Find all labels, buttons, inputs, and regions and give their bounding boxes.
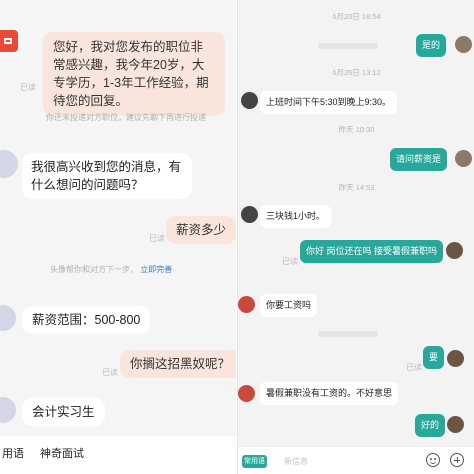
message-text: 请问薪资是 (396, 154, 442, 164)
avatar[interactable] (0, 305, 16, 331)
notice-text: 头像帮你和对方下一步 (50, 265, 130, 274)
read-status: 已读 (102, 368, 118, 377)
message-bubble-incoming: 三块钱1小时。 (260, 205, 332, 228)
quick-phrase-chip[interactable]: 用语 (2, 445, 24, 461)
message-input[interactable]: 新信息 (284, 456, 308, 467)
message-bubble-incoming: 你要工资吗 (260, 294, 318, 317)
avatar[interactable] (238, 296, 255, 313)
message-text: 会计实习生 (32, 405, 95, 419)
system-notice: 头像帮你和对方下一步， 立即完善 (50, 265, 173, 274)
message-bubble-incoming: 薪资范围：500-800 (22, 306, 151, 334)
message-text: 是的 (422, 40, 441, 50)
message-text: 我很高兴收到您的消息，有什么想问的问题吗？ (31, 160, 182, 192)
system-notice: 你还未投递对方职位，建议先聊下再进行投递 (46, 113, 206, 122)
message-bubble-outgoing: 你好 岗位还在吗 接受暑假兼职吗 (300, 240, 444, 263)
timestamp: 6月20日 18:54 (332, 12, 381, 21)
right-chat-panel: 6月20日 18:54 是的 6月26日 13:12 上班时间下午5:30到晚上… (237, 0, 474, 474)
read-status: 已读 (282, 257, 298, 266)
avatar[interactable] (455, 150, 472, 167)
common-phrases-button[interactable]: 常用语 (242, 455, 267, 468)
avatar[interactable] (0, 397, 16, 423)
message-text: 三块钱1小时。 (266, 211, 326, 221)
avatar[interactable] (0, 150, 18, 178)
timestamp: 昨天 14:53 (338, 183, 375, 192)
message-bubble-outgoing: 你搁这招黑奴呢？ (120, 350, 236, 378)
read-status: 已读 (149, 234, 165, 243)
message-text: 好的 (421, 420, 440, 430)
message-bubble-incoming: 会计实习生 (22, 398, 105, 426)
message-bubble-outgoing: 好的 (415, 414, 446, 437)
avatar[interactable] (241, 92, 258, 109)
timestamp: 6月26日 13:12 (332, 68, 381, 77)
message-text: 您好，我对您发布的职位非常感兴趣，我今年20岁，大专学历，1-3年工作经验，期待… (53, 40, 209, 108)
left-chat-panel: 您好，我对您发布的职位非常感兴趣，我今年20岁，大专学历，1-3年工作经验，期待… (0, 0, 236, 474)
avatar[interactable] (238, 385, 255, 402)
avatar[interactable] (447, 416, 464, 433)
plus-icon[interactable] (450, 453, 464, 467)
faded-notice (318, 331, 378, 337)
emoji-icon[interactable] (426, 453, 440, 467)
complete-profile-link[interactable]: 立即完善 (140, 265, 172, 274)
message-text: 要 (429, 352, 439, 362)
message-bubble-outgoing: 是的 (416, 34, 447, 57)
message-text: 暑假兼职没有工资的。不好意思 (266, 388, 393, 398)
read-status: 已读 (406, 363, 422, 372)
read-status: 已读 (20, 83, 36, 92)
avatar[interactable] (447, 350, 464, 367)
faded-notice (318, 43, 378, 49)
message-bubble-outgoing: 要 (423, 346, 445, 369)
avatar[interactable] (446, 242, 463, 259)
message-bubble-outgoing: 您好，我对您发布的职位非常感兴趣，我今年20岁，大专学历，1-3年工作经验，期待… (43, 32, 225, 116)
message-text: 你好 岗位还在吗 接受暑假兼职吗 (306, 246, 438, 256)
message-text: 薪资范围：500-800 (32, 313, 141, 327)
avatar[interactable] (455, 36, 472, 53)
input-bar: 常用语 新信息 (238, 446, 474, 474)
message-bubble-outgoing: 薪资多少 (166, 216, 236, 244)
message-bubble-outgoing: 请问薪资是 (390, 148, 448, 171)
message-text: 你搁这招黑奴呢？ (130, 357, 231, 371)
message-text: 薪资多少 (176, 223, 227, 237)
app-badge-icon (0, 30, 18, 52)
message-bubble-incoming: 暑假兼职没有工资的。不好意思 (260, 382, 399, 405)
message-text: 上班时间下午5:30到晚上9:30。 (266, 97, 392, 107)
quick-phrase-chip[interactable]: 神奇面试 (40, 445, 84, 461)
message-text: 你要工资吗 (266, 300, 312, 310)
message-bubble-incoming: 我很高兴收到您的消息，有什么想问的问题吗？ (22, 153, 192, 199)
quick-reply-bar: 用语 神奇面试 (0, 436, 236, 474)
timestamp: 昨天 10:30 (338, 125, 375, 134)
avatar[interactable] (241, 206, 258, 223)
message-bubble-incoming: 上班时间下午5:30到晚上9:30。 (260, 91, 398, 114)
